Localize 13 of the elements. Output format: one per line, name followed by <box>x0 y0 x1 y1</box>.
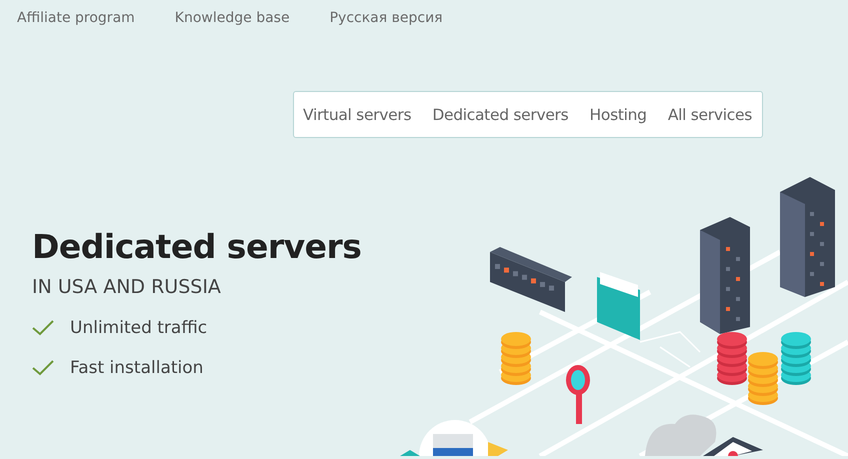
header-link[interactable]: Русская версия <box>330 10 443 26</box>
check-icon <box>32 320 54 336</box>
menu-item[interactable]: Dedicated servers <box>432 106 568 124</box>
feature-text: Unlimited traffic <box>70 318 208 338</box>
hero-subtitle: IN USA AND RUSSIA <box>32 276 222 298</box>
header-link[interactable]: Knowledge base <box>174 10 290 26</box>
menu-item[interactable]: All services <box>668 106 752 124</box>
header-link[interactable]: Affiliate program <box>17 10 135 26</box>
hero-title: Dedicated servers <box>32 227 362 266</box>
menu-item[interactable]: Hosting <box>590 106 647 124</box>
check-icon <box>32 360 54 376</box>
menu-item[interactable]: Virtual servers <box>303 106 412 124</box>
feature-text: Fast installation <box>70 358 204 378</box>
